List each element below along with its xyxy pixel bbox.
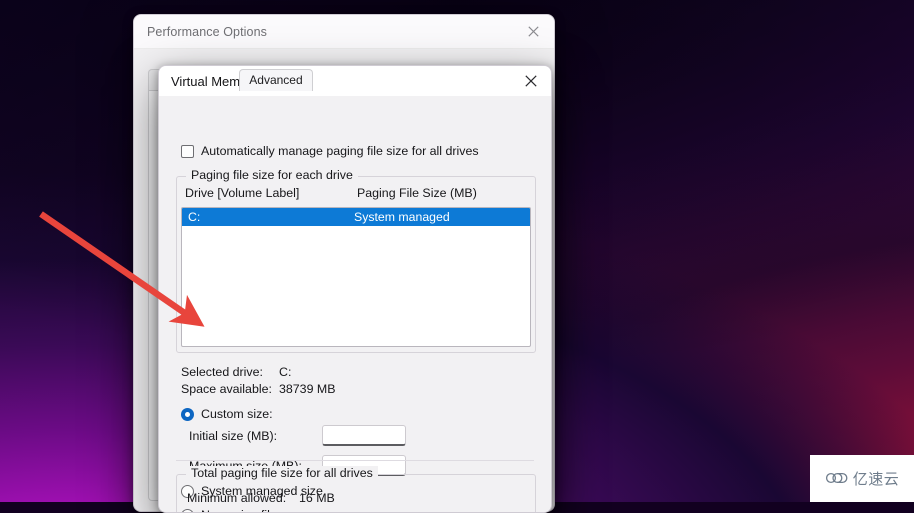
- performance-options-titlebar[interactable]: Performance Options: [134, 15, 554, 49]
- close-icon[interactable]: [512, 15, 554, 48]
- selected-drive-label: Selected drive:: [181, 365, 263, 379]
- column-header-paging-file-size: Paging File Size (MB): [357, 186, 477, 200]
- row-drive-letter: C:: [188, 210, 201, 224]
- drive-listbox[interactable]: C: System managed: [181, 207, 531, 347]
- virtual-memory-titlebar[interactable]: Virtual Memory: [159, 66, 551, 97]
- total-paging-file-size-group-legend: Total paging file size for all drives: [186, 466, 378, 480]
- tab-advanced[interactable]: Advanced: [239, 69, 313, 91]
- minimum-allowed-label: Minimum allowed:: [187, 491, 287, 505]
- custom-size-radio-row[interactable]: Custom size:: [181, 406, 273, 423]
- section-divider: [176, 460, 534, 461]
- drive-list-headers: Drive [Volume Label] Paging File Size (M…: [185, 186, 527, 200]
- space-available-label: Space available:: [181, 382, 272, 396]
- custom-size-label: Custom size:: [201, 407, 273, 421]
- space-available-value: 38739 MB: [279, 382, 336, 396]
- space-available-line: Space available: 38739 MB: [181, 381, 335, 398]
- table-row[interactable]: C: System managed: [182, 208, 530, 226]
- paging-file-size-group: Paging file size for each drive Drive [V…: [176, 168, 536, 353]
- auto-manage-paging-label: Automatically manage paging file size fo…: [201, 144, 479, 158]
- close-icon[interactable]: [511, 66, 551, 96]
- performance-options-title: Performance Options: [147, 24, 268, 39]
- initial-size-input[interactable]: [322, 425, 406, 446]
- auto-manage-paging-checkbox[interactable]: [181, 145, 194, 158]
- watermark: 亿速云: [810, 455, 914, 502]
- watermark-text: 亿速云: [852, 471, 900, 488]
- minimum-allowed-line: Minimum allowed: 16 MB: [187, 487, 349, 510]
- initial-size-label: Initial size (MB):: [189, 428, 278, 443]
- virtual-memory-body: Automatically manage paging file size fo…: [159, 96, 551, 512]
- minimum-allowed-value: 16 MB: [299, 491, 335, 505]
- virtual-memory-dialog[interactable]: Virtual Memory Automatically manage pagi…: [158, 65, 552, 513]
- row-paging-size: System managed: [354, 210, 450, 224]
- cloud-icon: [825, 469, 849, 489]
- total-paging-file-size-lines: Minimum allowed: 16 MB Recommended: 1770…: [187, 487, 349, 512]
- initial-size-row[interactable]: Initial size (MB):: [189, 425, 406, 446]
- selected-drive-value: C:: [279, 365, 292, 379]
- total-paging-file-size-group: Total paging file size for all drives Mi…: [176, 466, 536, 512]
- tab-advanced-label: Advanced: [249, 73, 303, 87]
- paging-file-size-group-legend: Paging file size for each drive: [186, 168, 358, 182]
- column-header-drive: Drive [Volume Label]: [185, 186, 300, 200]
- selected-drive-info: Selected drive: C: Space available: 3873…: [181, 364, 335, 398]
- custom-size-radio[interactable]: [181, 408, 194, 421]
- auto-manage-paging-row[interactable]: Automatically manage paging file size fo…: [181, 143, 479, 160]
- selected-drive-line: Selected drive: C:: [181, 364, 335, 381]
